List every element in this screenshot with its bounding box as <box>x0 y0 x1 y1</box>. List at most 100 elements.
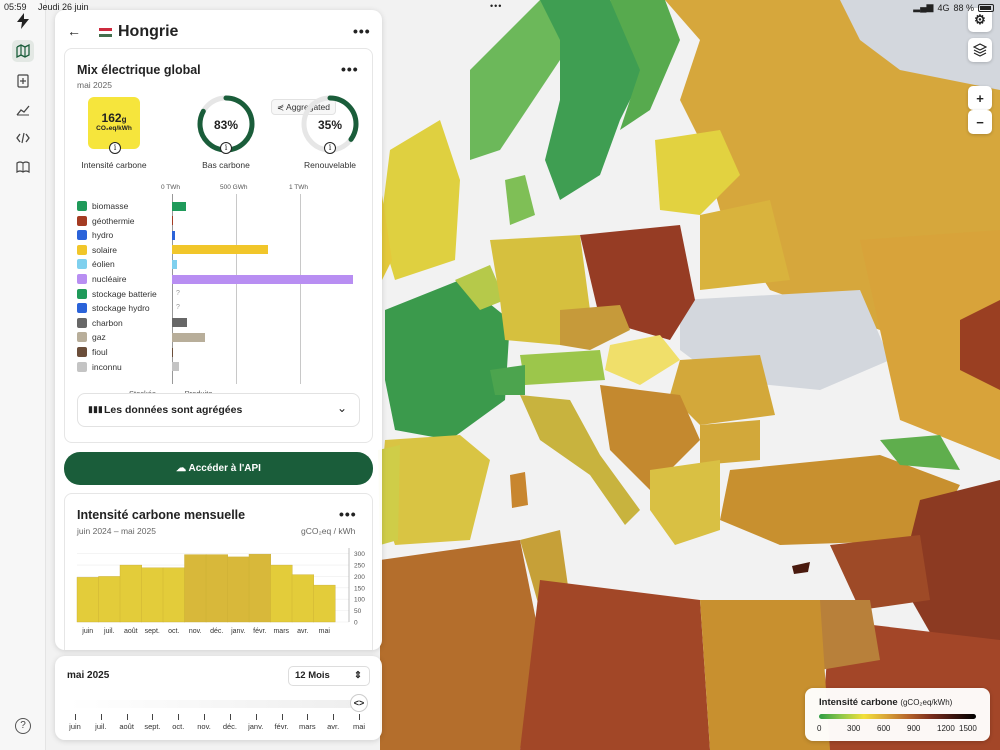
axis-tick: 1 TWh <box>289 184 309 191</box>
network-label: 4G <box>937 2 950 13</box>
mix-source-row: géothermie <box>77 214 135 228</box>
info-icon[interactable]: i <box>109 142 121 154</box>
chart-bar[interactable] <box>76 577 99 623</box>
timeline-tick[interactable] <box>178 714 180 720</box>
chart-bar[interactable] <box>291 574 314 623</box>
timeline-month-label: mai <box>352 722 366 731</box>
cloud-icon: ☁ <box>176 463 187 474</box>
zoom-in-button[interactable]: + <box>968 86 992 110</box>
timeline-tick[interactable] <box>126 714 128 720</box>
map-icon[interactable] <box>12 40 34 62</box>
add-document-icon[interactable] <box>12 70 34 92</box>
mix-source-label: géothermie <box>92 215 135 226</box>
chart-bar[interactable] <box>162 567 185 623</box>
left-rail <box>0 0 46 750</box>
info-icon[interactable]: i <box>220 142 232 154</box>
timeline-tick[interactable] <box>359 714 360 720</box>
aggregated-notice[interactable]: ▮▮▮ Les données sont agrégées ⌄ <box>77 393 360 427</box>
range-select-value: 12 Mois <box>295 670 330 681</box>
map-region-sardinia[interactable] <box>510 472 528 508</box>
timeline-tick[interactable] <box>333 714 335 720</box>
map-region-jordan[interactable] <box>820 600 880 670</box>
chart-bar[interactable] <box>270 564 293 623</box>
timeline-tick[interactable] <box>255 714 257 720</box>
mix-bar[interactable] <box>172 318 188 328</box>
timeline-tick[interactable] <box>75 714 76 720</box>
legend-unit: (gCO₂eq/kWh) <box>900 698 953 707</box>
timeline-track[interactable] <box>69 700 359 708</box>
mix-source-label: gaz <box>92 332 106 343</box>
mix-bar[interactable] <box>172 216 173 226</box>
mix-bar[interactable] <box>172 259 178 269</box>
back-arrow-icon[interactable]: ← <box>67 23 81 39</box>
timeline-tick[interactable] <box>281 714 283 720</box>
mix-bar[interactable] <box>172 230 175 240</box>
api-button[interactable]: ☁ Accéder à l'API <box>64 452 373 485</box>
map-region-austria[interactable] <box>520 350 605 385</box>
mix-bar[interactable] <box>172 362 179 372</box>
mix-more-icon[interactable]: ••• <box>341 61 359 77</box>
map-region-switzerland[interactable] <box>490 365 525 395</box>
chart-bar[interactable] <box>98 576 121 623</box>
x-tick-label: sept. <box>145 628 160 635</box>
map-region-morocco-algeria[interactable] <box>380 540 540 750</box>
book-icon[interactable] <box>12 156 34 178</box>
range-select[interactable]: 12 Mois ⇕ <box>288 666 370 686</box>
map-region-bulgaria[interactable] <box>700 420 760 465</box>
info-icon[interactable]: i <box>324 142 336 154</box>
monthly-period: juin 2024 – mai 2025 <box>77 526 156 536</box>
chart-bar[interactable] <box>205 554 228 623</box>
timeline-tick[interactable] <box>229 714 231 720</box>
timeline-tick[interactable] <box>100 714 102 720</box>
share-icon: ⋞ <box>277 102 285 112</box>
code-icon[interactable] <box>12 127 34 149</box>
mix-bar[interactable] <box>172 347 173 357</box>
chart-bar[interactable] <box>119 564 142 623</box>
chart-bar[interactable] <box>248 553 271 623</box>
low-carbon-label: Bas carbone <box>202 160 250 170</box>
help-icon[interactable]: ? <box>15 718 31 734</box>
chart-icon[interactable] <box>12 99 34 121</box>
mix-source-row: stockage hydro <box>77 301 150 315</box>
legend-tick: 900 <box>907 724 921 733</box>
multitask-dots[interactable]: ••• <box>490 1 502 11</box>
legend-title: Intensité carbone (gCO₂eq/kWh) <box>819 697 953 708</box>
mix-source-row: solaire <box>77 243 117 257</box>
unknown-value-mark: ? <box>176 304 180 312</box>
axis-tick: 0 TWh <box>161 184 181 191</box>
legend-gradient <box>819 714 976 719</box>
chart-bar[interactable] <box>184 554 207 623</box>
mix-source-label: nucléaire <box>92 274 127 284</box>
chart-bar[interactable] <box>227 556 250 623</box>
timeline-handle[interactable]: <> <box>350 694 368 712</box>
chart-bar[interactable] <box>141 567 164 623</box>
chart-bar[interactable] <box>313 584 336 623</box>
timeline-tick[interactable] <box>152 714 154 720</box>
battery-icon <box>978 3 994 12</box>
y-tick-label: 250 <box>354 563 365 570</box>
renewable-value: 35% <box>317 118 343 132</box>
x-tick-label: avr. <box>297 628 308 635</box>
timeline-tick[interactable] <box>204 714 206 720</box>
mix-bar[interactable] <box>172 332 206 342</box>
mix-source-label: stockage batterie <box>92 288 157 299</box>
mix-source-row: stockage batterie <box>77 287 157 301</box>
carbon-intensity-value: 162g <box>101 111 127 125</box>
x-tick-label: mai <box>319 628 331 635</box>
status-bar: 05:59 Jeudi 26 juin ••• ▂▄▆ 4G 88 % <box>0 0 1000 14</box>
mix-bar[interactable] <box>172 201 187 211</box>
mix-bar[interactable] <box>172 245 268 255</box>
legend-tick: 0 <box>817 724 822 733</box>
timeline-tick[interactable] <box>307 714 309 720</box>
zoom-out-button[interactable]: − <box>968 110 992 134</box>
panel-more-icon[interactable]: ••• <box>353 23 371 39</box>
unknown-value-mark: ? <box>176 289 180 297</box>
mix-bar[interactable] <box>172 274 353 284</box>
x-tick-label: oct. <box>168 628 179 635</box>
dam-icon <box>77 303 87 314</box>
monthly-more-icon[interactable]: ••• <box>339 506 357 522</box>
map-region-libya[interactable] <box>520 580 710 750</box>
mix-source-label: solaire <box>92 244 118 255</box>
monthly-chart: 0 50 100 150 200 250 300 juin juil. août sept. oct.… <box>76 548 365 635</box>
layers-icon[interactable] <box>968 38 992 62</box>
